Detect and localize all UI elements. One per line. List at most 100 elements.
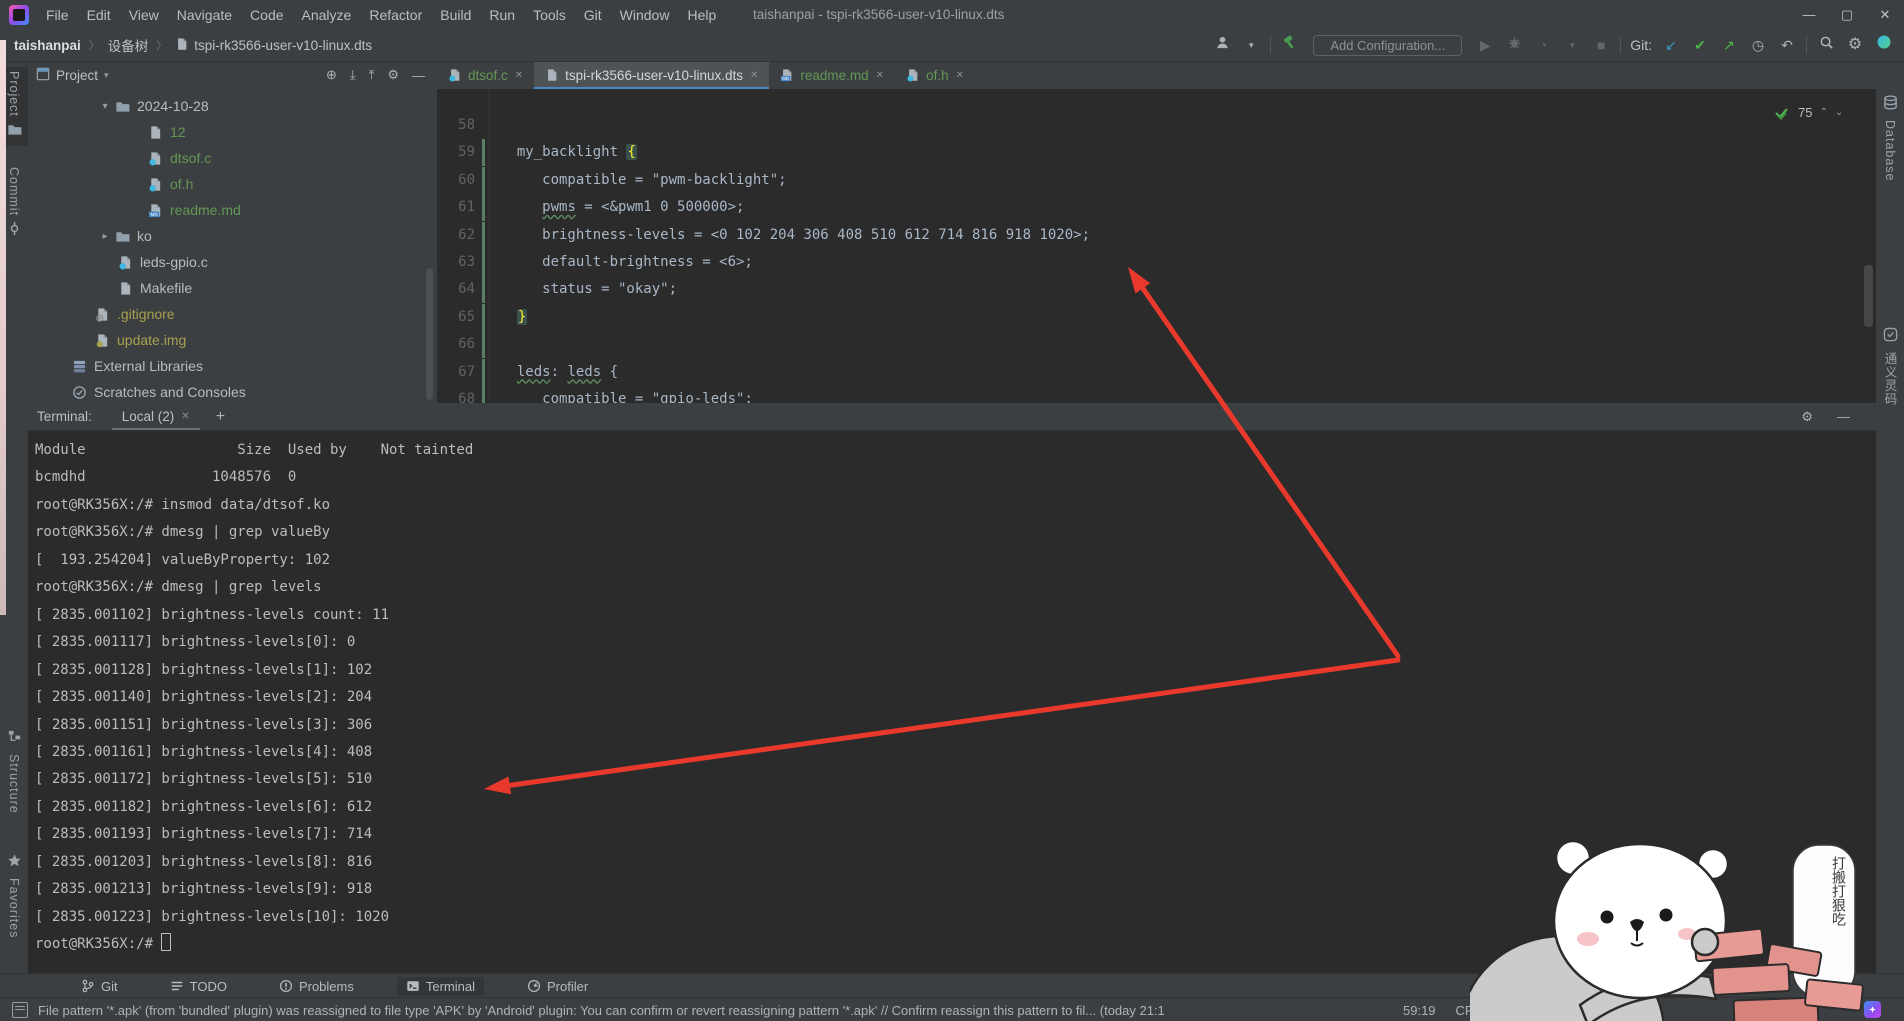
editor-scrollbar[interactable] [1864,265,1873,327]
build-hammer-button[interactable] [1280,30,1300,60]
rollback-button[interactable]: ↶ [1777,30,1797,60]
search-everywhere-button[interactable] [1816,30,1836,60]
gear-icon[interactable]: ⚙ [387,67,399,83]
expand-all-icon[interactable]: ⤓ [350,67,356,83]
tree-item[interactable]: External Libraries [28,353,437,379]
folder-icon [115,229,130,244]
next-problem-icon[interactable]: ⌄ [1835,107,1843,118]
todo-icon [170,979,184,993]
terminal-prompt-line[interactable]: root@RK356X:/# [35,931,171,958]
gear-icon[interactable]: ⚙ [1801,409,1813,425]
tool-strip-button-structure[interactable]: Structure [0,725,28,818]
terminal-line: [ 193.254204] valueByProperty: 102 [35,547,330,574]
tab-close-icon[interactable]: ✕ [956,70,964,81]
git-update-button[interactable]: ↙ [1661,30,1681,60]
tree-item[interactable]: dtsof.c [28,145,437,171]
profile-button[interactable]: ◔ [1533,30,1553,60]
hide-panel-icon[interactable]: — [1837,409,1850,424]
breadcrumb-item[interactable]: tspi-rk3566-user-v10-linux.dts [194,38,372,53]
tool-strip-button-database[interactable]: Database [1876,91,1904,186]
tree-item[interactable]: of.h [28,171,437,197]
project-scrollbar[interactable] [426,268,433,400]
locate-file-icon[interactable]: ⊕ [326,67,337,83]
tool-window-button-problems[interactable]: Problems [270,977,363,996]
menu-code[interactable]: Code [241,0,292,30]
chevron-right-icon[interactable]: ▸ [95,231,115,242]
menu-window[interactable]: Window [611,0,679,30]
maximize-button[interactable]: ▢ [1828,0,1866,30]
breadcrumb-item[interactable]: 设备树 [108,35,149,55]
new-terminal-icon[interactable]: + [216,408,225,426]
ai-assistant-icon[interactable] [1864,1001,1881,1018]
menu-analyze[interactable]: Analyze [293,0,361,30]
editor-tab[interactable]: MDreadme.md✕ [769,61,895,89]
history-button[interactable]: ◷ [1748,30,1768,60]
menu-git[interactable]: Git [575,0,611,30]
git-commit-button[interactable]: ✔ [1690,30,1710,60]
tab-close-icon[interactable]: ✕ [750,70,758,81]
editor-tab[interactable]: tspi-rk3566-user-v10-linux.dts✕ [534,61,769,89]
debug-button[interactable] [1504,30,1524,60]
menu-tools[interactable]: Tools [524,0,575,30]
collapse-all-icon[interactable]: ⤒ [369,67,375,83]
menu-refactor[interactable]: Refactor [360,0,431,30]
file-encoding[interactable]: UTF-8 [1510,1003,1547,1018]
tool-window-button-todo[interactable]: TODO [161,977,236,996]
close-icon[interactable]: ✕ [181,411,189,422]
tab-close-icon[interactable]: ✕ [515,70,523,81]
prev-problem-icon[interactable]: ⌃ [1819,107,1827,118]
chevron-down-icon[interactable]: ▾ [104,70,109,81]
project-panel-title[interactable]: Project [56,68,98,83]
tool-window-button-git[interactable]: Git [72,977,127,996]
menu-run[interactable]: Run [480,0,524,30]
menu-build[interactable]: Build [431,0,480,30]
tree-item[interactable]: ▸ko [28,223,437,249]
menu-view[interactable]: View [120,0,168,30]
menu-navigate[interactable]: Navigate [168,0,241,30]
tool-strip-button-tongyi[interactable]: 通义灵码 [1876,323,1904,410]
tree-item[interactable]: leds-gpio.c [28,249,437,275]
tree-item[interactable]: .gitignore [28,301,437,327]
tab-close-icon[interactable]: ✕ [876,70,884,81]
settings-gear-icon[interactable]: ⚙ [1845,30,1865,60]
terminal-output[interactable]: Module Size Used by Not taintedbcmdhd 10… [28,430,1876,973]
folder-icon [115,99,130,114]
terminal-line: [ 2835.001223] brightness-levels[10]: 10… [35,904,389,931]
git-push-button[interactable]: ↗ [1719,30,1739,60]
editor-tab[interactable]: dtsof.c✕ [437,61,534,89]
run-button[interactable]: ▶ [1475,30,1495,60]
ai-plugin-icon[interactable] [1874,30,1894,60]
line-ending[interactable]: CRLF [1456,1003,1490,1018]
stop-button[interactable]: ■ [1591,30,1611,60]
menu-file[interactable]: File [37,0,78,30]
code-editor[interactable]: 75 ⌃ ⌄ 5859 my_backlight {60 compatible … [437,89,1876,403]
indent-setting[interactable]: 4 sp [1566,1003,1591,1018]
breadcrumb-item[interactable]: taishanpai [14,38,81,53]
hide-panel-icon[interactable]: — [412,68,425,83]
menu-help[interactable]: Help [678,0,725,30]
chevron-down-icon[interactable]: ▾ [1562,30,1582,60]
event-log-icon[interactable] [12,1002,28,1018]
tongyi-icon [1883,327,1898,342]
tree-item[interactable]: Makefile [28,275,437,301]
menu-edit[interactable]: Edit [78,0,120,30]
terminal-tab-local[interactable]: Local (2) ✕ [118,403,194,430]
tool-strip-button-favorites[interactable]: Favorites [0,849,28,942]
tree-item-label: External Libraries [94,358,203,374]
user-icon[interactable] [1212,30,1232,60]
tree-item[interactable]: update.img [28,327,437,353]
tree-item[interactable]: 12 [28,119,437,145]
chevron-down-icon[interactable]: ▾ [95,101,115,112]
add-configuration-button[interactable]: Add Configuration... [1313,35,1462,56]
minimize-button[interactable]: — [1790,0,1828,30]
tool-window-button-terminal[interactable]: Terminal [397,977,484,996]
chevron-down-icon[interactable]: ▾ [1241,30,1261,60]
tree-item[interactable]: ▾2024-10-28 [28,93,437,119]
tree-item[interactable]: Scratches and Consoles [28,379,437,403]
caret-position[interactable]: 59:19 [1403,1003,1436,1018]
editor-tab[interactable]: of.h✕ [895,61,975,89]
close-button[interactable]: ✕ [1866,0,1904,30]
status-message[interactable]: File pattern '*.apk' (from 'bundled' plu… [38,1003,1165,1018]
tree-item[interactable]: MDreadme.md [28,197,437,223]
tool-window-button-profiler[interactable]: Profiler [518,977,597,996]
